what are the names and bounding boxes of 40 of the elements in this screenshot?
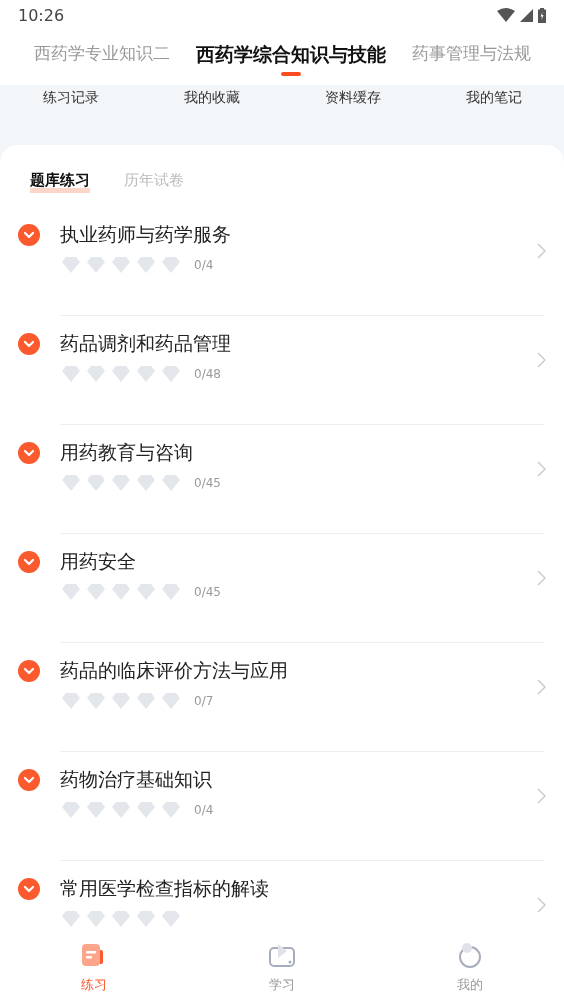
chevron-right-icon [537, 897, 546, 913]
tab-indicator [280, 72, 301, 76]
profile-icon [456, 942, 484, 970]
chevron-right-icon [537, 788, 546, 804]
shortcut-link[interactable]: 我的笔记 [465, 89, 522, 107]
expand-icon [18, 551, 40, 573]
expand-icon [18, 224, 40, 246]
wifi-icon [497, 8, 515, 22]
expand-icon [18, 333, 40, 355]
expand-icon [18, 878, 40, 900]
shortcut-link[interactable]: 资料缓存 [324, 89, 381, 107]
shortcut-link[interactable]: 练习记录 [42, 89, 99, 107]
chevron-right-icon [537, 461, 546, 477]
chevron-right-icon [537, 679, 546, 695]
sub-tab[interactable]: 题库练习 [30, 171, 90, 193]
progress-count: 0/7 [194, 694, 214, 708]
expand-icon [18, 442, 40, 464]
shortcut-link[interactable]: 我的收藏 [183, 89, 240, 107]
signal-icon [520, 8, 533, 22]
progress-count: 0/48 [194, 367, 221, 381]
expand-icon [18, 769, 40, 791]
chevron-right-icon [537, 243, 546, 259]
chapter-title[interactable]: 药物治疗基础知识 [60, 766, 544, 792]
expand-icon [18, 660, 40, 682]
progress-count: 0/45 [194, 476, 221, 490]
status-time: 10:26 [18, 5, 65, 25]
chapter-title[interactable]: 药品的临床评价方法与应用 [60, 657, 544, 683]
chapter-title[interactable]: 药品调剂和药品管理 [60, 330, 544, 356]
chevron-right-icon [537, 570, 546, 586]
chapter-title[interactable]: 常用医学检查指标的解读 [60, 875, 544, 901]
progress-count: 0/45 [194, 585, 221, 599]
battery-icon [538, 7, 546, 23]
progress-count: 0/4 [194, 803, 214, 817]
play-icon [268, 942, 296, 970]
chapter-title[interactable]: 用药安全 [60, 548, 544, 574]
chevron-right-icon [537, 352, 546, 368]
chapter-title[interactable]: 用药教育与咨询 [60, 439, 544, 465]
chapter-title[interactable]: 执业药师与药学服务 [60, 221, 544, 247]
subject-tab[interactable]: 西药学综合知识与技能 [195, 30, 386, 82]
progress-count: 0/4 [194, 258, 214, 272]
